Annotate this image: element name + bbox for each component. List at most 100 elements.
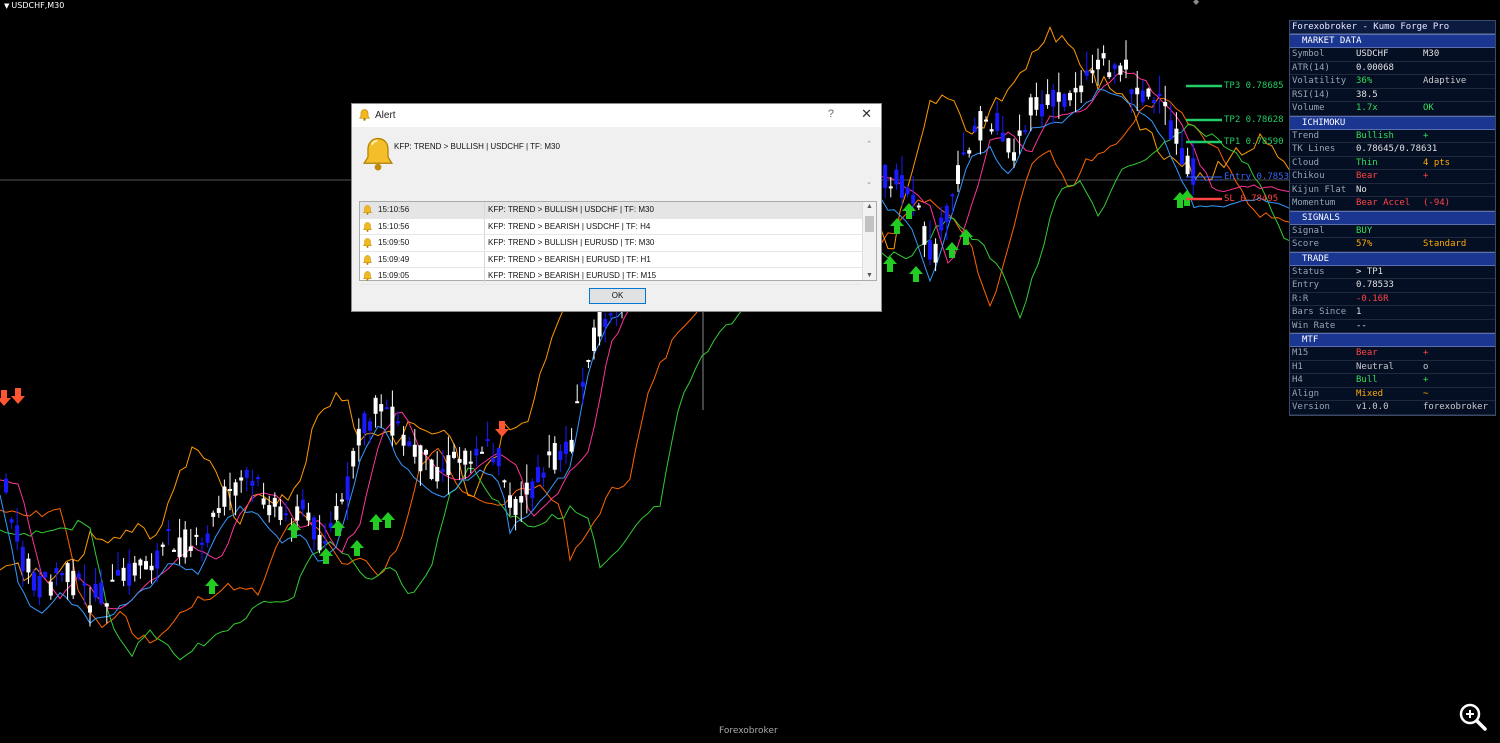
close-button[interactable]: ✕: [861, 106, 872, 122]
candle-body: [272, 497, 277, 507]
candle-body: [446, 455, 451, 476]
row-key: H4: [1292, 375, 1303, 385]
candle-body: [961, 152, 966, 155]
candle-body: [233, 482, 238, 496]
candle-body: [1096, 59, 1100, 70]
alert-history-row[interactable]: 15:09:50 KFP: TREND > BULLISH | EURUSD | …: [360, 235, 862, 252]
chevron-down-icon[interactable]: ⌄: [864, 178, 874, 188]
help-button[interactable]: ?: [828, 108, 834, 120]
candle-body: [541, 472, 546, 478]
candle-body: [82, 583, 87, 586]
dropdown-triangle-icon: ▼: [4, 2, 10, 10]
history-scrollbar[interactable]: ▲ ▼: [862, 202, 876, 280]
row-key: Volume: [1292, 103, 1325, 113]
candle-body: [956, 165, 960, 185]
dashboard-row: R:R -0.16R: [1290, 293, 1495, 306]
sell-arrow-icon: [0, 390, 11, 406]
chart-symbol-title[interactable]: ▼ USDCHF,M30: [4, 1, 64, 10]
candle-body: [132, 562, 137, 576]
candle-body: [502, 480, 507, 483]
dashboard-section-trade: TRADE: [1290, 251, 1495, 266]
row-extra: +: [1423, 171, 1429, 181]
candle-body: [351, 450, 356, 467]
candle-body: [166, 529, 171, 532]
candle-body: [188, 546, 193, 551]
candle-body: [20, 546, 25, 572]
candle-body: [312, 517, 316, 540]
candle-body: [194, 534, 199, 537]
dashboard-row: ATR(14) 0.00068: [1290, 62, 1495, 75]
alert-history-row[interactable]: 15:10:56 KFP: TREND > BULLISH | USDCHF | …: [360, 202, 862, 219]
alert-message-area: KFP: TREND > BULLISH | USDCHF | TF: M30 …: [353, 128, 879, 200]
scroll-thumb[interactable]: [865, 216, 874, 232]
candle-body: [480, 451, 484, 454]
alert-text: KFP: TREND > BEARISH | USDCHF | TF: H4: [488, 221, 651, 231]
candle-body: [558, 450, 563, 461]
row-key: Entry: [1292, 280, 1320, 290]
candle-body: [435, 467, 440, 482]
candle-body: [1028, 97, 1033, 116]
alert-history-row[interactable]: 15:09:05 KFP: TREND > BEARISH | EURUSD | …: [360, 268, 862, 285]
row-value: Thin: [1356, 157, 1378, 168]
candle-body: [1040, 104, 1044, 117]
buy-arrow-icon: [350, 540, 364, 556]
row-key: Version: [1292, 402, 1330, 412]
candle-body: [71, 570, 76, 596]
message-scrollbar[interactable]: ⌃ ⌄: [864, 140, 874, 190]
tp1-level-label: TP1 0.78590: [1224, 137, 1284, 147]
alert-history-list[interactable]: 15:10:56 KFP: TREND > BULLISH | USDCHF | …: [359, 201, 877, 285]
candle-body: [1107, 72, 1112, 78]
alert-history-row[interactable]: 15:09:49 KFP: TREND > BEARISH | EURUSD | …: [360, 251, 862, 268]
scroll-up-icon[interactable]: ▲: [863, 203, 876, 210]
candle-body: [939, 217, 944, 231]
candle-body: [452, 451, 456, 458]
ok-button[interactable]: OK: [589, 288, 646, 304]
candle-body: [401, 434, 406, 446]
candle-body: [177, 537, 182, 558]
chevron-up-icon[interactable]: ⌃: [864, 140, 874, 150]
candle-body: [883, 164, 888, 189]
tp3-level-label: TP3 0.78685: [1224, 81, 1284, 91]
buy-arrow-icon: [205, 578, 219, 594]
candle-body: [894, 169, 899, 185]
buy-arrow-icon: [369, 514, 383, 530]
candle-body: [463, 450, 468, 465]
row-value: -0.16R: [1356, 293, 1389, 304]
candle-body: [362, 413, 367, 434]
candle-body: [121, 567, 126, 581]
candle-body: [1152, 100, 1156, 103]
row-value: v1.0.0: [1356, 402, 1389, 412]
candle-body: [211, 512, 216, 517]
alert-dialog[interactable]: Alert ? ✕ KFP: TREND > BULLISH | USDCHF …: [351, 103, 882, 312]
candle-body: [1168, 120, 1173, 140]
candle-body: [508, 495, 512, 508]
row-value: Bear: [1356, 348, 1378, 358]
row-key: Win Rate: [1292, 320, 1336, 331]
row-key: TK Lines: [1292, 144, 1336, 154]
dashboard-row: Trend Bullish +: [1290, 130, 1495, 143]
candle-body: [978, 111, 983, 141]
candle-body: [424, 449, 428, 455]
candle-body: [524, 482, 529, 495]
row-value: Bullish: [1356, 130, 1394, 141]
candle-body: [485, 439, 490, 442]
candle-body: [200, 542, 204, 545]
candle-body: [888, 186, 893, 189]
candle-body: [530, 481, 535, 499]
alert-history-row[interactable]: 15:10:56 KFP: TREND > BEARISH | USDCHF | …: [360, 218, 862, 235]
candle-body: [1045, 94, 1050, 106]
row-extra: +: [1423, 375, 1429, 385]
candle-body: [922, 226, 927, 245]
dialog-titlebar[interactable]: Alert ? ✕: [352, 104, 881, 127]
candle-body: [407, 441, 412, 447]
scroll-down-icon[interactable]: ▼: [863, 272, 876, 279]
row-extra: o: [1423, 361, 1429, 372]
alert-time: 15:09:05: [378, 271, 410, 280]
candle-body: [1023, 130, 1028, 133]
row-key: ATR(14): [1292, 62, 1330, 73]
candle-body: [1174, 128, 1179, 144]
row-value: BUY: [1356, 225, 1373, 236]
zoom-in-button[interactable]: [1456, 700, 1490, 734]
row-key: Bars Since: [1292, 307, 1347, 317]
row-key: R:R: [1292, 293, 1309, 304]
